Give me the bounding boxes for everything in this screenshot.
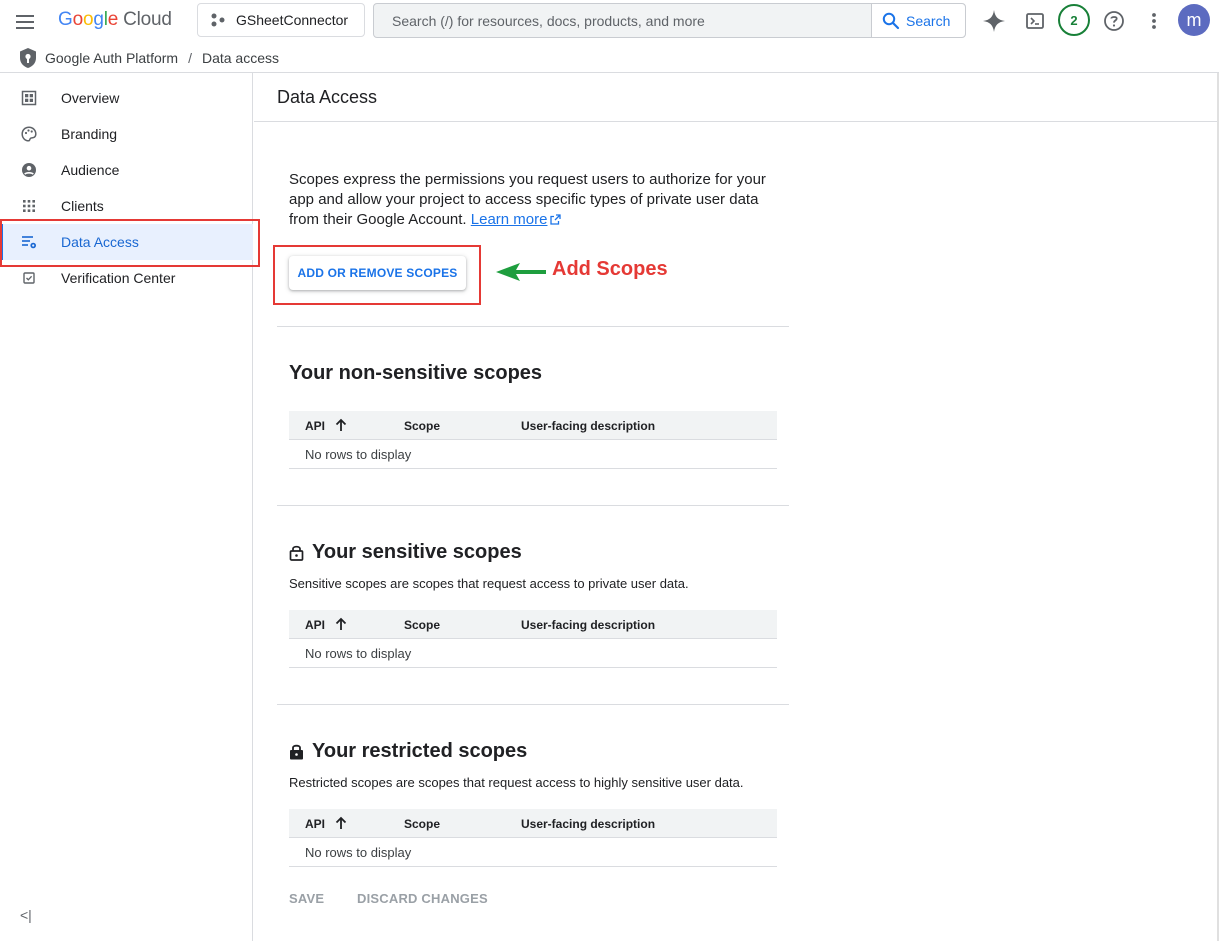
sidebar-item-branding[interactable]: Branding: [0, 116, 253, 152]
project-name: GSheetConnector: [236, 12, 349, 28]
sidebar-item-clients[interactable]: Clients: [0, 188, 253, 224]
scope-column-header: Scope: [404, 419, 441, 433]
restricted-scopes-table: API Scope User-facing description No row…: [289, 809, 777, 867]
empty-row: No rows to display: [289, 639, 777, 668]
discard-changes-button[interactable]: DISCARD CHANGES: [357, 891, 488, 906]
lock-outline-icon: [289, 545, 304, 561]
open-in-new-icon: [550, 214, 562, 225]
search-icon: [882, 12, 900, 29]
sidebar-item-label: Data Access: [61, 234, 139, 250]
main-content: Data Access Scopes express the permissio…: [254, 73, 1219, 941]
breadcrumb-item-auth-platform[interactable]: Google Auth Platform: [45, 50, 178, 66]
table-header: API Scope User-facing description: [289, 610, 777, 639]
save-button[interactable]: SAVE: [289, 891, 324, 906]
dashboard-icon: [21, 90, 37, 106]
palette-icon: [21, 126, 37, 142]
api-column-label: API: [305, 618, 326, 632]
add-or-remove-scopes-button[interactable]: ADD OR REMOVE SCOPES: [289, 256, 466, 290]
empty-row: No rows to display: [289, 440, 777, 469]
cloud-shell-terminal-icon[interactable]: [1021, 7, 1049, 35]
sensitive-scopes-table: API Scope User-facing description No row…: [289, 610, 777, 668]
search-input[interactable]: [374, 4, 871, 37]
empty-row-text: No rows to display: [305, 447, 412, 462]
scope-column-header: Scope: [404, 618, 441, 632]
sidebar-item-label: Overview: [61, 90, 120, 106]
sidebar-item-audience[interactable]: Audience: [0, 152, 253, 188]
sidebar-item-label: Verification Center: [61, 270, 176, 286]
sidebar-item-verification-center[interactable]: Verification Center: [0, 260, 253, 296]
empty-row: No rows to display: [289, 838, 777, 867]
api-column-header[interactable]: API: [305, 617, 347, 632]
sidebar: Overview Branding Audience Clients Data …: [0, 73, 260, 941]
sensitive-scopes-title: Your sensitive scopes: [312, 541, 522, 563]
intro-text: Scopes express the permissions you reque…: [289, 170, 779, 230]
data-access-icon: [22, 236, 36, 249]
section-divider: [277, 326, 789, 327]
help-icon[interactable]: [1100, 7, 1128, 35]
non-sensitive-scopes-table: API Scope User-facing description No row…: [289, 411, 777, 469]
account-circle-icon: [22, 163, 36, 177]
arrow-upward-icon: [335, 617, 347, 630]
breadcrumb-separator: /: [188, 50, 192, 66]
api-column-header[interactable]: API: [305, 816, 347, 831]
sidebar-item-data-access[interactable]: Data Access: [0, 224, 253, 260]
arrow-upward-icon: [335, 418, 347, 431]
table-header: API Scope User-facing description: [289, 411, 777, 440]
section-divider: [277, 704, 789, 705]
restricted-scopes-description: Restricted scopes are scopes that reques…: [289, 775, 744, 790]
more-vert-icon[interactable]: [1140, 7, 1168, 35]
empty-row-text: No rows to display: [305, 646, 412, 661]
lock-icon: [290, 744, 303, 760]
empty-row-text: No rows to display: [305, 845, 412, 860]
section-divider: [277, 505, 789, 506]
description-column-header: User-facing description: [521, 419, 656, 433]
sensitive-scopes-heading: Your sensitive scopes: [289, 541, 522, 564]
apps-grid-icon: [23, 200, 35, 212]
sidebar-item-overview[interactable]: Overview: [0, 80, 253, 116]
google-cloud-logo[interactable]: Google Cloud: [58, 9, 172, 31]
arrow-upward-icon: [335, 816, 347, 829]
account-avatar[interactable]: m: [1178, 4, 1210, 36]
learn-more-link[interactable]: Learn more: [471, 211, 548, 228]
api-column-header[interactable]: API: [305, 418, 347, 433]
top-bar: GoogleCloud GSheetConnector Search 2 m: [0, 0, 1219, 44]
description-column-header: User-facing description: [521, 817, 656, 831]
sidebar-item-label: Branding: [61, 126, 118, 142]
notifications-count-badge[interactable]: 2: [1058, 4, 1090, 36]
hamburger-menu-icon[interactable]: [14, 11, 36, 33]
sidebar-item-label: Audience: [61, 162, 120, 178]
annotation-arrow-icon: [496, 263, 546, 281]
scope-column-header: Scope: [404, 817, 441, 831]
search-button[interactable]: Search: [871, 4, 965, 37]
gemini-sparkle-icon[interactable]: [980, 7, 1008, 35]
page-header: Data Access: [254, 73, 1218, 122]
api-column-label: API: [305, 817, 326, 831]
restricted-scopes-title: Your restricted scopes: [312, 740, 528, 762]
breadcrumb: Google Auth Platform / Data access: [0, 44, 1219, 73]
search-button-label: Search: [906, 12, 951, 29]
sensitive-scopes-description: Sensitive scopes are scopes that request…: [289, 576, 689, 591]
non-sensitive-scopes-title: Your non-sensitive scopes: [289, 362, 543, 384]
checkbox-icon: [23, 272, 35, 284]
add-scopes-annotation-label: Add Scopes: [552, 258, 668, 280]
project-hierarchy-icon: [211, 13, 225, 27]
learn-more-label: Learn more: [470, 211, 548, 228]
collapse-sidebar-button[interactable]: <|: [20, 907, 32, 923]
restricted-scopes-heading: Your restricted scopes: [289, 740, 527, 763]
project-picker[interactable]: GSheetConnector: [197, 3, 365, 37]
description-column-header: User-facing description: [521, 618, 656, 632]
table-header: API Scope User-facing description: [289, 809, 777, 838]
search-bar: Search: [373, 3, 966, 38]
sidebar-item-label: Clients: [61, 198, 104, 214]
auth-platform-shield-icon: [20, 48, 36, 68]
api-column-label: API: [305, 419, 326, 433]
page-title: Data Access: [277, 87, 378, 107]
breadcrumb-item-data-access: Data access: [201, 50, 280, 66]
